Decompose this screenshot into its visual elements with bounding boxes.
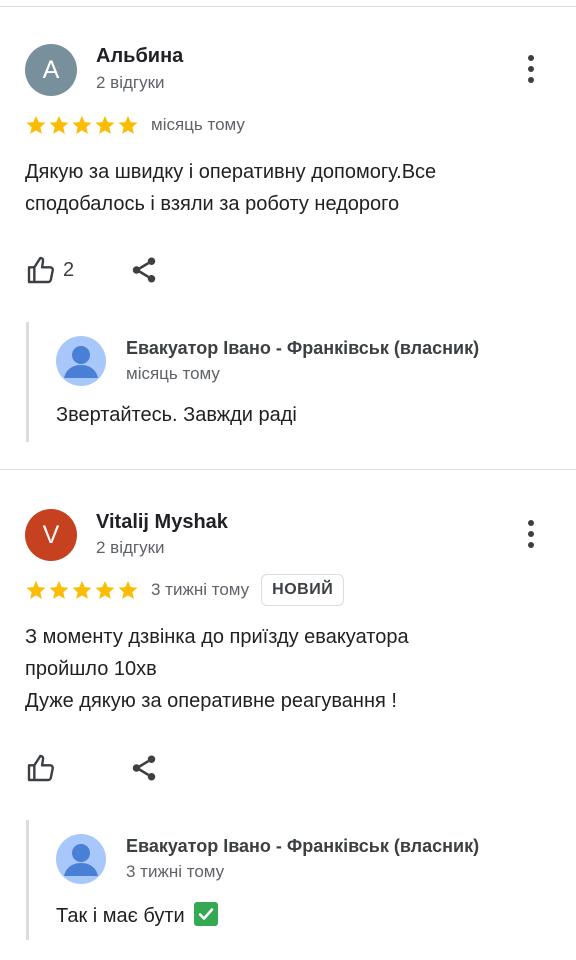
review-divider: [0, 469, 576, 470]
owner-name: Евакуатор Івано - Франківськ (власник): [126, 836, 480, 856]
more-vert-icon: [528, 520, 534, 526]
star-icon: [95, 115, 115, 134]
review-actions: 2: [25, 253, 156, 287]
more-options-button[interactable]: [520, 51, 542, 87]
more-options-button[interactable]: [520, 516, 542, 552]
person-icon: [64, 346, 98, 378]
review-text: Дякую за швидку і оперативну допомогу.Вс…: [25, 161, 437, 215]
star-icon: [49, 580, 69, 599]
review-date: 3 тижні тому: [151, 580, 250, 599]
more-vert-icon: [528, 55, 534, 61]
owner-reply: Евакуатор Івано - Франківськ (власник) 3…: [26, 820, 546, 940]
owner-reply-text: Так і має бути: [56, 902, 219, 928]
like-count: 2: [63, 258, 75, 281]
top-divider: [0, 6, 576, 7]
review-date: місяць тому: [151, 115, 245, 134]
star-icon: [72, 580, 92, 599]
rating-row: 3 тижні тому НОВИЙ: [25, 574, 345, 606]
person-icon: [64, 844, 98, 876]
review-text: З моменту дзвінка до приїзду евакуатора …: [25, 626, 409, 712]
star-rating: [25, 114, 139, 136]
owner-reply-date: місяць тому: [126, 364, 220, 383]
owner-avatar: [56, 336, 106, 386]
owner-reply-date: 3 тижні тому: [126, 862, 225, 881]
avatar[interactable]: A: [25, 44, 77, 96]
avatar[interactable]: V: [25, 509, 77, 561]
star-rating: [25, 579, 139, 601]
rating-row: місяць тому: [25, 112, 245, 138]
owner-reply-text-content: Звертайтесь. Завжди раді: [56, 404, 297, 426]
thumb-up-icon: [27, 256, 54, 284]
author-review-count: 2 відгуки: [96, 73, 165, 92]
star-icon: [118, 580, 138, 599]
star-icon: [49, 115, 69, 134]
owner-name: Евакуатор Івано - Франківськ (власник): [126, 338, 480, 358]
thumb-up-icon: [27, 754, 54, 782]
avatar-initial: V: [42, 520, 60, 549]
owner-reply-text-content: Так і має бути: [56, 905, 185, 927]
star-icon: [26, 115, 46, 134]
star-icon: [95, 580, 115, 599]
like-button[interactable]: 2: [25, 254, 74, 286]
share-button[interactable]: [129, 753, 159, 788]
author-review-count: 2 відгуки: [96, 538, 165, 557]
review-actions: [25, 751, 156, 785]
share-icon: [132, 755, 156, 781]
share-button[interactable]: [129, 255, 159, 290]
new-badge: НОВИЙ: [261, 574, 345, 606]
owner-reply-text: Звертайтесь. Завжди раді: [56, 404, 297, 427]
owner-avatar: [56, 834, 106, 884]
avatar-initial: A: [42, 55, 60, 84]
author-name[interactable]: Альбина: [96, 45, 183, 68]
share-icon: [132, 257, 156, 283]
check-mark-button-icon: [194, 902, 219, 926]
author-name[interactable]: Vitalij Myshak: [96, 511, 228, 534]
owner-reply: Евакуатор Івано - Франківськ (власник) м…: [26, 322, 546, 442]
star-icon: [118, 115, 138, 134]
star-icon: [26, 580, 46, 599]
like-button[interactable]: [25, 752, 63, 784]
star-icon: [72, 115, 92, 134]
